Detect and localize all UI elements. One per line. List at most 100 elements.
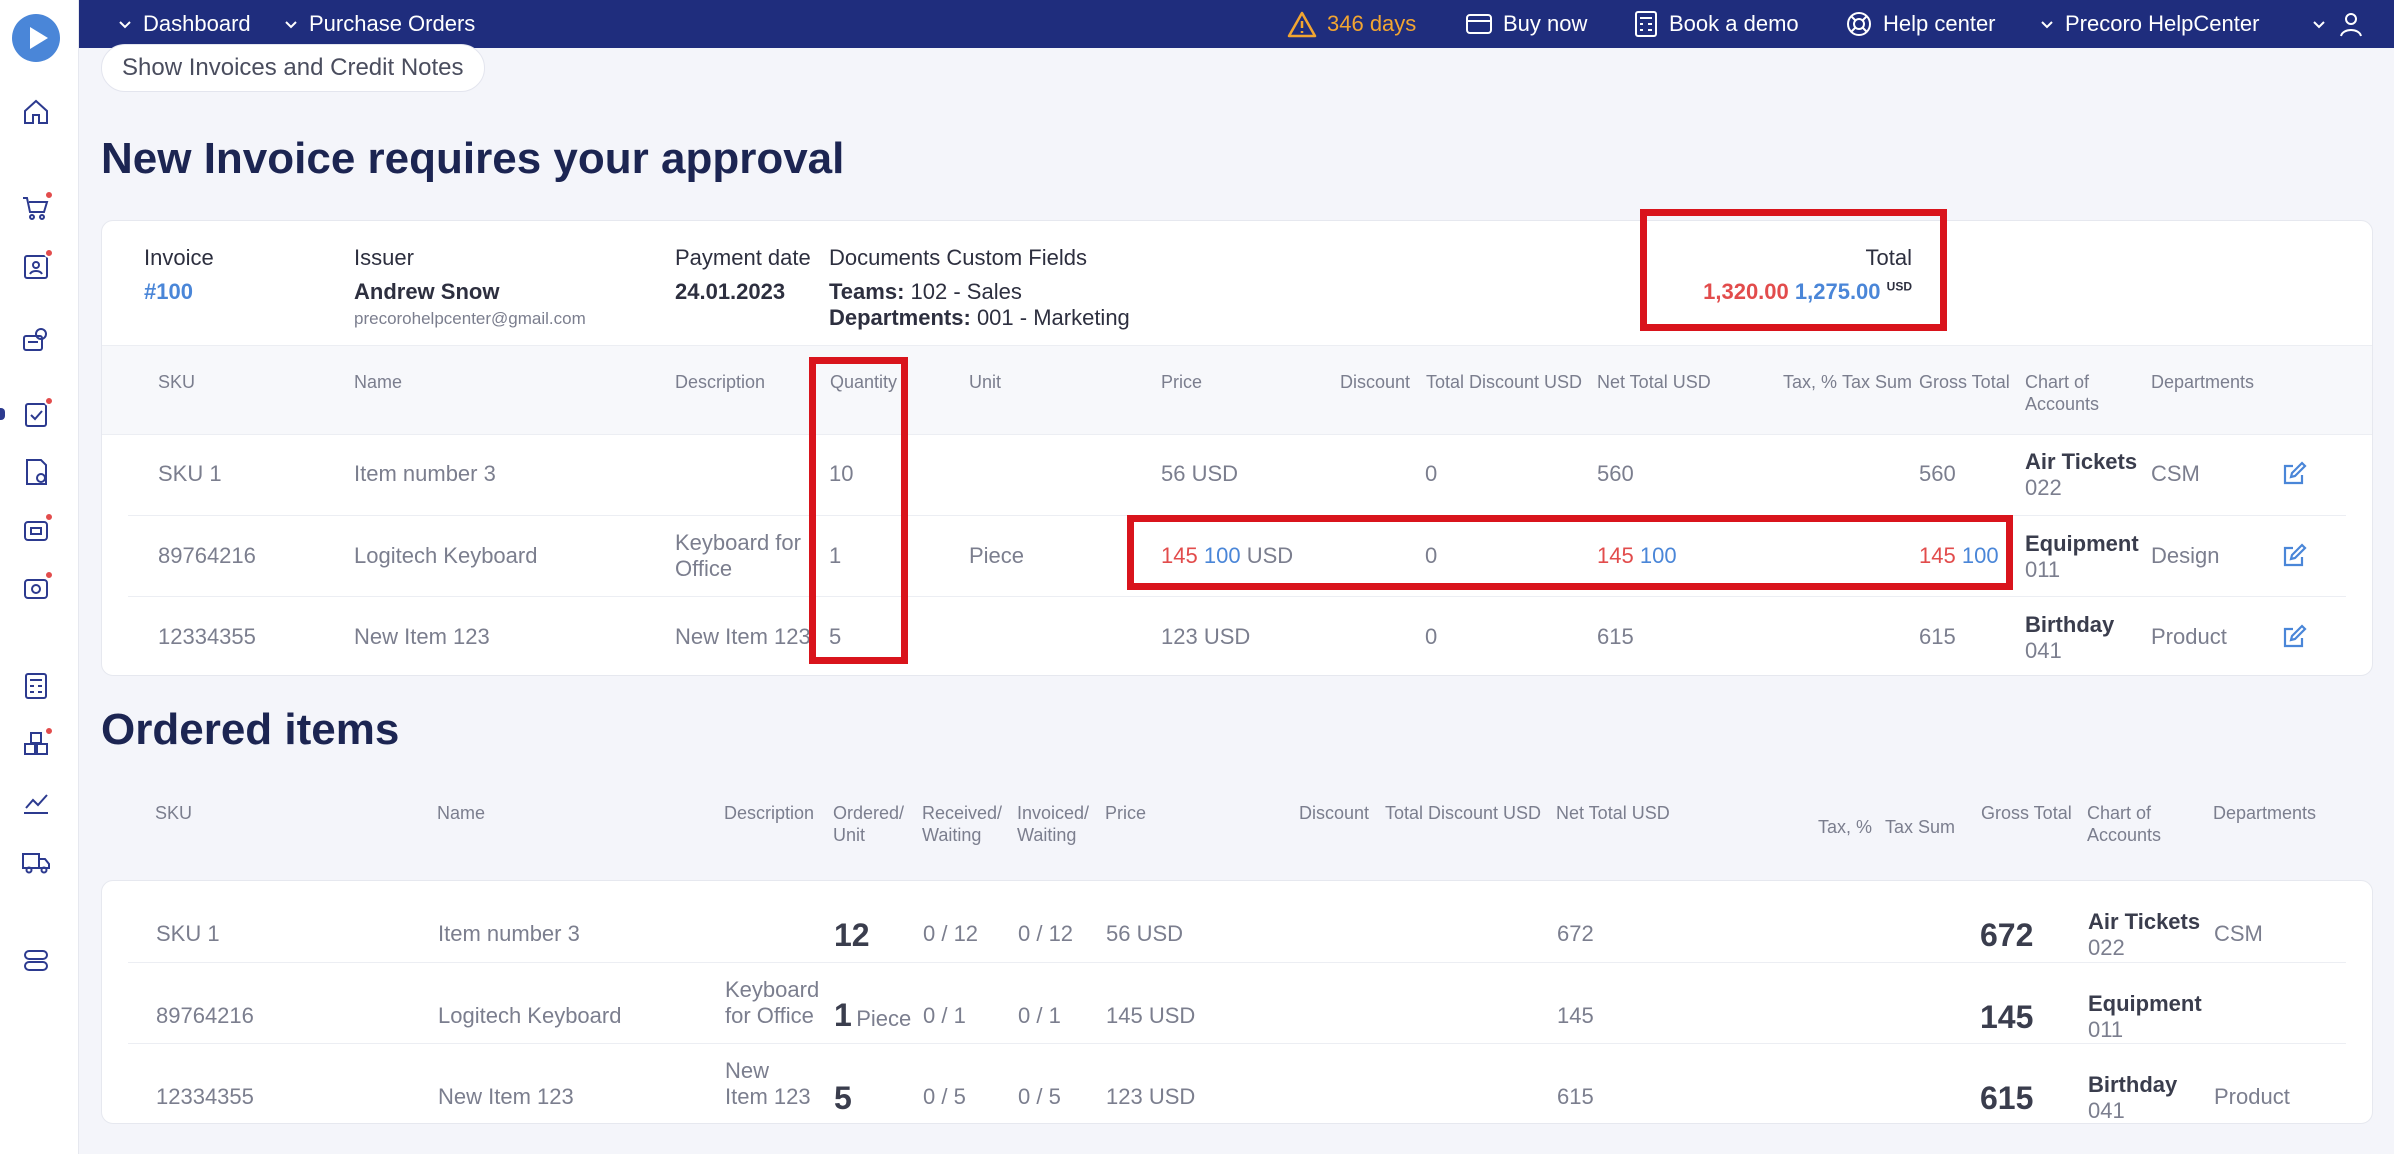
home-icon[interactable] — [20, 96, 52, 128]
ordered-row-3-price: 123 USD — [1106, 1084, 1196, 1109]
invoice-row-3-name: New Item 123 — [354, 624, 490, 649]
settings-toggle-icon[interactable] — [20, 944, 52, 976]
ordered-row-2-sku: 89764216 — [156, 1003, 254, 1028]
inventory-icon[interactable] — [20, 726, 54, 760]
ordered-row-1-price: 56 USD — [1106, 921, 1184, 946]
invoice-row-2-account: Equipment 011 — [2025, 531, 2139, 582]
invoice-row-2-department: Design — [2151, 543, 2220, 568]
ordered-col-tax-sum: Tax Sum — [1885, 817, 1956, 837]
invoice-card: Invoice #100 Issuer Andrew Snow precoroh… — [101, 220, 2373, 676]
ordered-col-chart-of-accounts: Chart of Accounts — [2087, 803, 2162, 845]
col-name: Name — [354, 372, 403, 392]
invoice-row-1-total-discount: 0 — [1425, 461, 1438, 486]
ordered-col-received: Received/Waiting — [922, 803, 1003, 845]
chevron-down-icon — [2041, 21, 2053, 29]
ordered-row-1-gross: 672 — [1980, 917, 2034, 953]
ordered-col-departments: Departments — [2213, 803, 2317, 823]
ordered-row-2-price: 145 USD — [1106, 1003, 1196, 1028]
buy-now-label: Buy now — [1503, 11, 1588, 36]
col-net-total: Net Total USD — [1597, 372, 1711, 392]
edit-icon[interactable] — [2281, 624, 2307, 655]
ordered-col-sku: SKU — [155, 803, 193, 823]
invoice-row-1-name: Item number 3 — [354, 461, 496, 486]
invoice-row-1-gross: 560 — [1919, 461, 1956, 486]
ordered-row-3-gross: 615 — [1980, 1080, 2034, 1116]
chevron-down-icon — [285, 21, 297, 29]
ordered-row-1-invoiced: 0 / 12 — [1018, 921, 1074, 946]
invoice-row-2-description: Keyboard for Office — [675, 530, 801, 581]
ordered-row-3-name: New Item 123 — [438, 1084, 574, 1109]
help-center-label: Help center — [1883, 11, 1996, 36]
col-sku: SKU — [158, 372, 196, 392]
invoice-row-3-description: New Item 123 — [675, 624, 811, 649]
edit-icon[interactable] — [2281, 461, 2307, 492]
top-navigation-bar: Dashboard Purchase Orders 346 days Buy n… — [79, 0, 2394, 48]
cart-icon[interactable] — [20, 190, 54, 224]
col-tax: Tax, % — [1783, 372, 1838, 392]
payments-icon[interactable] — [20, 570, 54, 604]
invoices-icon[interactable] — [20, 456, 52, 488]
ordered-col-ordered: Ordered/Unit — [833, 803, 905, 845]
edit-icon[interactable] — [2281, 543, 2307, 574]
company-switcher[interactable]: Precoro HelpCenter — [2039, 0, 2259, 48]
help-center-button[interactable]: Help center — [1845, 0, 1996, 48]
col-total-discount: Total Discount USD — [1426, 372, 1583, 392]
page-title: New Invoice requires your approval — [101, 134, 845, 183]
nav-dashboard-label: Dashboard — [143, 11, 251, 36]
invoice-row-3-net: 615 — [1597, 624, 1634, 649]
sidebar — [0, 0, 79, 1154]
ordered-row-1-ordered: 12 — [834, 917, 870, 953]
invoice-row-1-net: 560 — [1597, 461, 1634, 486]
lifebuoy-icon — [1847, 12, 1871, 36]
ordered-row-1-received: 0 / 12 — [923, 921, 979, 946]
ordered-col-description: Description — [724, 803, 815, 823]
ordered-row-3-department: Product — [2214, 1084, 2290, 1109]
invoice-row-2-name: Logitech Keyboard — [354, 543, 538, 568]
col-tax-sum: Tax Sum — [1842, 372, 1913, 392]
ordered-row-3-description: New Item 123 — [725, 1058, 811, 1109]
invoice-row-2-sku: 89764216 — [158, 543, 256, 568]
ordered-row-2-account: Equipment 011 — [2088, 991, 2202, 1042]
payment-date: 24.01.2023 — [675, 279, 786, 304]
ordered-row-1-department: CSM — [2214, 921, 2263, 946]
trial-days-badge[interactable]: 346 days — [1287, 0, 1416, 48]
ordered-row-2-description: Keyboard for Office — [725, 977, 820, 1028]
col-departments: Departments — [2151, 372, 2255, 392]
changed-values-highlight-box — [1127, 515, 2013, 590]
warning-icon — [1287, 11, 1317, 38]
ordered-row-1-name: Item number 3 — [438, 921, 580, 946]
invoice-row-3-gross: 615 — [1919, 624, 1956, 649]
suppliers-icon[interactable] — [20, 324, 52, 356]
invoice-row-3-account: Birthday 041 — [2025, 612, 2115, 663]
ordered-col-gross-total: Gross Total — [1981, 803, 2072, 823]
card-icon — [1466, 14, 1492, 34]
invoice-row-1-account: Air Tickets 022 — [2025, 449, 2138, 500]
invoice-row-3-price: 123 USD — [1161, 624, 1251, 649]
budgets-icon[interactable] — [20, 670, 52, 702]
teams-field: Teams: 102 - Sales — [829, 279, 1022, 304]
invoice-row-1-price: 56 USD — [1161, 461, 1239, 486]
user-icon — [2340, 13, 2362, 37]
invoice-number-link[interactable]: #100 — [144, 279, 193, 305]
nav-purchase-orders[interactable]: Purchase Orders — [283, 0, 475, 48]
approvals-icon[interactable] — [20, 248, 54, 282]
delivery-truck-icon[interactable] — [20, 846, 52, 878]
nav-dashboard[interactable]: Dashboard — [117, 0, 251, 48]
payment-date-label: Payment date — [675, 245, 811, 270]
issuer-name: Andrew Snow — [354, 279, 500, 304]
orders-check-icon[interactable] — [20, 396, 54, 430]
ordered-row-3-net: 615 — [1557, 1084, 1594, 1109]
col-description: Description — [675, 372, 766, 392]
precoro-logo[interactable] — [12, 14, 60, 62]
analytics-icon[interactable] — [20, 786, 52, 818]
buy-now-button[interactable]: Buy now — [1465, 0, 1587, 48]
ordered-row-3-sku: 12334355 — [156, 1084, 254, 1109]
issuer-label: Issuer — [354, 245, 414, 270]
receipts-icon[interactable] — [20, 512, 54, 546]
user-menu[interactable] — [2311, 0, 2365, 48]
show-invoices-button[interactable]: Show Invoices and Credit Notes — [101, 44, 485, 92]
book-demo-button[interactable]: Book a demo — [1633, 0, 1799, 48]
ordered-col-net-total: Net Total USD — [1556, 803, 1670, 823]
ordered-row-3-ordered: 5 — [834, 1080, 852, 1116]
ordered-row-3-invoiced: 0 / 5 — [1018, 1084, 1061, 1109]
